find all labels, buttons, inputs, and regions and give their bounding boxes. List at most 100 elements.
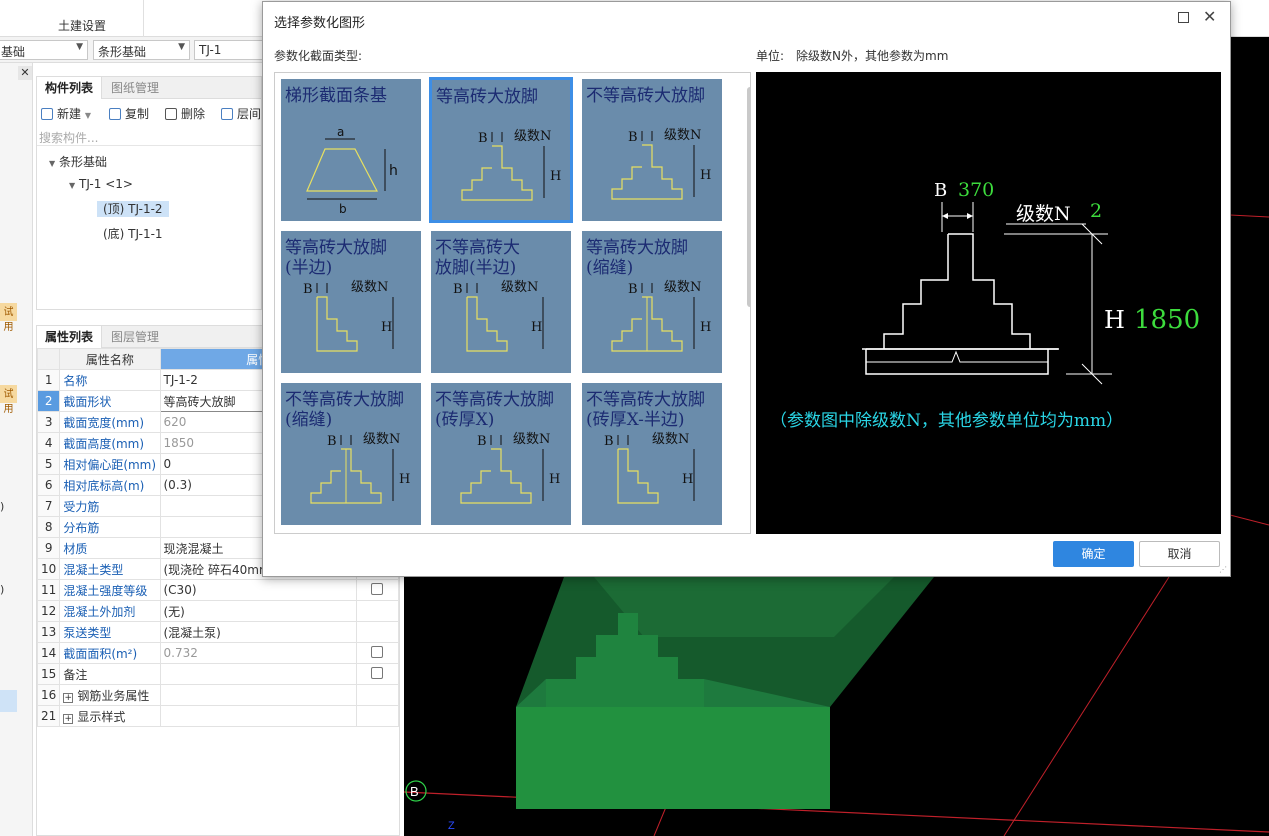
row-index: 14 [36,642,61,664]
property-extra [355,621,400,643]
row-index: 3 [36,411,61,433]
svg-text:b: b [339,202,347,216]
tree-node-top[interactable]: (顶) TJ-1-2 [97,200,169,217]
checkbox[interactable] [371,666,384,679]
trial-badge: 试用 [0,385,17,415]
3d-view[interactable]: B Z [404,577,1269,836]
property-extra [355,663,400,685]
property-value[interactable]: (无) [159,600,357,622]
header-index [36,348,61,370]
cancel-button[interactable]: 取消 [1139,541,1220,567]
shape-option[interactable]: B 级数N H 不等高砖大放脚 (砖厚X-半边) [580,381,724,527]
component-select-value: TJ-1 [199,43,222,57]
svg-text:H: H [399,472,410,487]
preview-n-value[interactable]: 2 [1090,200,1102,222]
chevron-down-icon: ▼ [84,111,91,120]
chevron-down-icon: ▼ [76,42,83,52]
row-index: 13 [36,621,61,643]
property-name: 备注 [59,663,161,685]
property-value[interactable]: 0.732 [159,642,357,664]
table-row[interactable]: 14 截面面积(m²) 0.732 [36,642,400,664]
shape-option[interactable]: B 级数N H 等高砖大放脚 [429,77,573,223]
tab-component-list[interactable]: 构件列表 [37,77,103,99]
table-row[interactable]: 11 混凝土强度等级 (C30) [36,579,400,601]
delete-button[interactable]: 删除 [165,105,205,122]
expand-icon[interactable]: + [63,713,74,724]
table-row[interactable]: 21 + 显示样式 [36,705,400,727]
property-name: 相对底标高(m) [59,474,161,496]
table-row[interactable]: 12 混凝土外加剂 (无) [36,600,400,622]
property-value[interactable]: (C30) [159,579,357,601]
component-list-panel: 构件列表 图纸管理 新建 ▼ 复制 删除 层间 搜索构件... ▼ 条形基础 ▼… [36,76,262,310]
layer-copy-button[interactable]: 层间 [221,105,261,122]
floor-select[interactable]: 基础 ▼ [0,40,88,60]
row-index: 8 [36,516,61,538]
shape-option[interactable]: B 级数N H 不等高砖大放脚 [580,77,724,223]
table-row[interactable]: 15 备注 [36,663,400,685]
preview-b-value[interactable]: 370 [958,179,994,201]
chevron-down-icon: ▼ [178,42,185,52]
category-select-value: 条形基础 [98,45,147,59]
gallery-scrollbar[interactable] [747,87,750,307]
ribbon-tab-civil-settings[interactable]: 土建设置 [58,17,106,34]
tab-drawing-management[interactable]: 图纸管理 [103,77,167,99]
svg-text:a: a [337,125,344,139]
shape-option-subtitle: (砖厚X-半边) [586,410,685,430]
copy-button[interactable]: 复制 [109,105,149,122]
ok-button[interactable]: 确定 [1053,541,1134,567]
svg-text:B: B [628,282,638,297]
svg-text:B: B [628,130,638,145]
shape-option-title: 不等高砖大放脚 [586,86,705,106]
property-extra [355,642,400,664]
table-row[interactable]: 13 泵送类型 (混凝土泵) [36,621,400,643]
shape-option[interactable]: B 级数N H 不等高砖大放脚 (砖厚X) [429,381,573,527]
new-icon [41,108,53,120]
row-index: 6 [36,474,61,496]
close-icon[interactable]: ✕ [18,66,32,80]
row-index: 11 [36,579,61,601]
svg-text:Z: Z [448,820,455,832]
component-select[interactable]: TJ-1 [194,40,264,60]
tree-node-strip-foundation[interactable]: ▼ 条形基础 [49,153,107,170]
property-name: 混凝土外加剂 [59,600,161,622]
shape-option[interactable]: B 级数N H 不等高砖大放脚 (缩缝) [279,381,423,527]
svg-text:H: H [381,320,392,335]
property-value[interactable] [159,705,357,727]
category-select[interactable]: 条形基础 ▼ [93,40,190,60]
tab-property-list[interactable]: 属性列表 [37,326,103,348]
close-icon[interactable]: ✕ [1203,7,1216,26]
strip-mark: ) [0,583,5,596]
property-value[interactable] [159,684,357,706]
3d-view-edge [1230,37,1269,577]
copy-icon [109,108,121,120]
preview-h-label: H [1104,306,1125,334]
shape-option-subtitle: (缩缝) [586,258,634,278]
shape-option[interactable]: B 级数N H 等高砖大放脚 (半边) [279,229,423,375]
property-value[interactable]: (混凝土泵) [159,621,357,643]
tree-node-tj1[interactable]: ▼ TJ-1 <1> [69,177,133,191]
shape-option[interactable]: B 级数N H 不等高砖大 放脚(半边) [429,229,573,375]
tab-layer-management[interactable]: 图层管理 [103,326,167,348]
table-row[interactable]: 16 + 钢筋业务属性 [36,684,400,706]
strip-selected-item[interactable] [0,690,17,712]
checkbox[interactable] [371,645,384,658]
shape-option-subtitle: (缩缝) [285,410,333,430]
tree-node-bottom[interactable]: (底) TJ-1-1 [103,225,163,242]
component-search-input[interactable]: 搜索构件... [39,129,98,146]
property-value[interactable] [159,663,357,685]
resize-grip-icon[interactable]: ⋰ [1219,565,1227,574]
row-index: 5 [36,453,61,475]
checkbox[interactable] [371,582,384,595]
preview-h-value[interactable]: 1850 [1134,305,1200,335]
expand-icon[interactable]: + [63,692,74,703]
svg-text:h: h [389,163,398,179]
maximize-icon[interactable] [1178,12,1189,23]
new-button[interactable]: 新建 ▼ [41,105,91,122]
shape-option[interactable]: a b h 梯形截面条基 [279,77,423,223]
new-button-label: 新建 [57,107,82,121]
svg-text:H: H [700,320,711,335]
select-parametric-shape-dialog: 选择参数化图形 ✕ 参数化截面类型: 单位: 除级数N外，其他参数为mm a b h… [262,1,1231,577]
svg-text:级数N: 级数N [514,129,551,144]
property-name: 截面面积(m²) [59,642,161,664]
shape-option[interactable]: B 级数N H 等高砖大放脚 (缩缝) [580,229,724,375]
